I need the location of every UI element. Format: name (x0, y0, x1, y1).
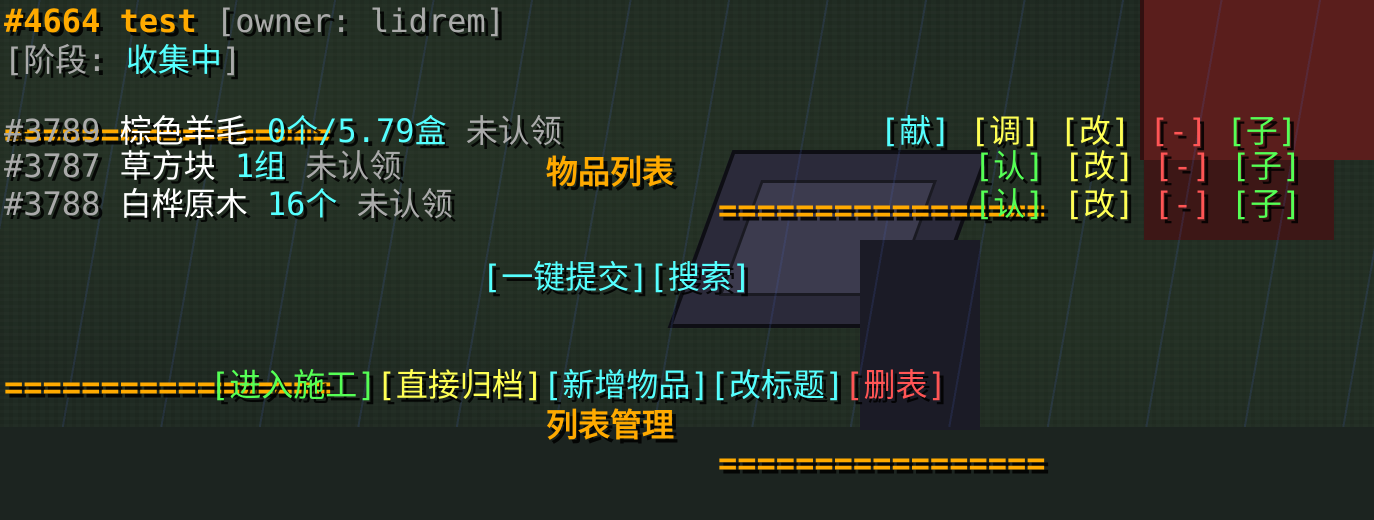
item-row: #3788 白桦原木 16个 未认领 (4, 185, 453, 223)
item-quantity: 16个 (266, 185, 338, 223)
item-row-actions: [认] [改] [-] [子] (974, 147, 1301, 185)
list-header: #4664 test [owner: lidrem] (4, 2, 505, 40)
item-row-actions: [认] [改] [-] [子] (974, 185, 1301, 223)
owner-info: [owner: lidrem] (215, 2, 505, 40)
sub-item-button[interactable]: [子] (1227, 112, 1298, 150)
item-quantity: 0个/5.79盒 (266, 112, 447, 150)
item-list-title: 物品列表 (546, 153, 675, 191)
manage-actions: [进入施工][直接归档][新增物品][改标题][删表] (210, 366, 947, 404)
list-id: #4664 (4, 2, 101, 40)
delete-list-button[interactable]: [删表] (844, 366, 947, 404)
claim-button[interactable]: [认] (974, 147, 1045, 185)
chat-panel: #4664 test [owner: lidrem] [阶段: 收集中] ===… (0, 0, 1374, 482)
sub-item-button[interactable]: [子] (1231, 147, 1302, 185)
item-row: #3789 棕色羊毛 0个/5.79盒 未认领 (4, 112, 562, 150)
search-button[interactable]: [搜索] (649, 258, 752, 296)
owner-label: owner: (235, 2, 351, 40)
edit-button[interactable]: [改] (1064, 147, 1135, 185)
item-id: #3787 (4, 147, 101, 185)
edit-button[interactable]: [改] (1064, 185, 1135, 223)
start-build-button[interactable]: [进入施工] (210, 366, 377, 404)
adjust-button[interactable]: [调] (970, 112, 1041, 150)
item-quantity: 1组 (234, 147, 287, 185)
owner-name: lidrem (370, 2, 486, 40)
list-title: test (119, 2, 197, 40)
remove-button[interactable]: [-] (1154, 147, 1212, 185)
item-name: 白桦原木 (119, 185, 248, 223)
item-status: 未认领 (465, 112, 562, 150)
stage-value: 收集中 (125, 41, 222, 79)
item-list-separator: ================= 物品列表 ================= (0, 77, 1374, 229)
submit-all-button[interactable]: [一键提交] (482, 258, 649, 296)
remove-button[interactable]: [-] (1149, 112, 1207, 150)
item-id: #3788 (4, 185, 101, 223)
item-name: 草方块 (119, 147, 216, 185)
stage-label: 阶段: (23, 41, 107, 79)
archive-button[interactable]: [直接归档] (377, 366, 544, 404)
item-status: 未认领 (305, 147, 402, 185)
sub-item-button[interactable]: [子] (1231, 185, 1302, 223)
edit-button[interactable]: [改] (1060, 112, 1131, 150)
manage-separator: ================= 列表管理 ================= (0, 330, 1374, 482)
item-row-actions: [献] [调] [改] [-] [子] (880, 112, 1297, 150)
item-id: #3789 (4, 112, 101, 150)
stage-line: [阶段: 收集中] (4, 41, 242, 79)
item-name: 棕色羊毛 (119, 112, 248, 150)
add-item-button[interactable]: [新增物品] (543, 366, 710, 404)
manage-title: 列表管理 (546, 406, 675, 444)
separator-right: ================= (718, 444, 1046, 482)
item-row: #3787 草方块 1组 未认领 (4, 147, 401, 185)
rename-button[interactable]: [改标题] (710, 366, 845, 404)
claim-button[interactable]: [认] (974, 185, 1045, 223)
quick-actions: [一键提交][搜索] (482, 258, 751, 296)
donate-button[interactable]: [献] (880, 112, 951, 150)
item-status: 未认领 (356, 185, 453, 223)
remove-button[interactable]: [-] (1154, 185, 1212, 223)
